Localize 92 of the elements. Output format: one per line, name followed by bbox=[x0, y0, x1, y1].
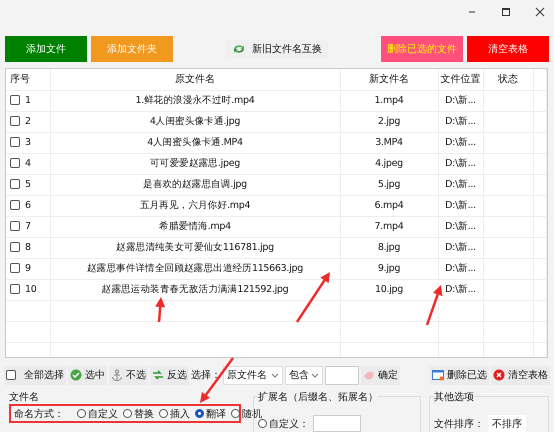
table-cell: 3.MP4 bbox=[375, 137, 403, 148]
table-cell: 10.jpg bbox=[374, 284, 403, 295]
confirm-button[interactable]: 确定 bbox=[361, 366, 400, 384]
checkbox[interactable] bbox=[10, 263, 20, 274]
refresh-icon bbox=[232, 43, 246, 55]
table-cell: D:\新... bbox=[445, 158, 476, 169]
row-number: 7 bbox=[25, 220, 31, 232]
group-title: 其他选项 bbox=[434, 390, 474, 404]
group-title: 扩展名（后缀名、拓展名） bbox=[258, 390, 378, 404]
row-number: 6 bbox=[25, 200, 31, 211]
checkbox[interactable] bbox=[10, 179, 20, 190]
sort-label: 文件排序： bbox=[434, 418, 484, 431]
close-icon bbox=[535, 7, 545, 17]
row-number: 10 bbox=[25, 284, 36, 295]
swap-arrows-icon bbox=[152, 369, 164, 381]
radio-option[interactable]: 自定义 bbox=[77, 406, 118, 420]
arrow-annotation bbox=[296, 272, 330, 323]
table-cell: 9.jpg bbox=[378, 263, 400, 274]
arrow-annotation bbox=[426, 285, 442, 326]
window-icon bbox=[432, 369, 444, 381]
toolbar-button[interactable]: 不选 bbox=[109, 366, 148, 384]
toolbar-button[interactable]: 清空表格 bbox=[491, 366, 550, 384]
row-number: 1 bbox=[25, 94, 31, 106]
table-cell: D:\新... bbox=[445, 200, 476, 211]
checkbox[interactable] bbox=[10, 95, 20, 106]
table-cell: 2.jpg bbox=[378, 116, 400, 127]
table-cell: D:\新... bbox=[445, 179, 476, 190]
table-cell: 8.jpg bbox=[378, 242, 400, 253]
select-all-checkbox[interactable]: 全部选择 bbox=[4, 366, 66, 384]
naming-label: 命名方式： bbox=[14, 408, 64, 420]
row-number: 8 bbox=[25, 242, 31, 253]
table-cell: 7.mp4 bbox=[374, 221, 404, 232]
radio-option[interactable]: 翻译 bbox=[195, 406, 226, 420]
table-cell: 1.mp4 bbox=[374, 95, 404, 106]
table-cell: D:\新... bbox=[445, 137, 476, 148]
table-cell: D:\新... bbox=[445, 95, 476, 106]
checkbox[interactable] bbox=[10, 137, 20, 148]
checkbox[interactable] bbox=[10, 116, 20, 126]
toolbar-button[interactable]: 删除已选 bbox=[430, 366, 489, 384]
table-cell: 6.mp4 bbox=[374, 200, 404, 211]
anchor-icon bbox=[111, 369, 123, 381]
toolbar-button[interactable]: 反选 bbox=[150, 366, 189, 384]
table-cell: 1.鲜花的浪漫永不过时.mp4 bbox=[136, 95, 254, 106]
row-number: 2 bbox=[25, 116, 31, 127]
row-number: 9 bbox=[25, 262, 31, 274]
table-cell: 是喜欢的赵露思自调.jpg bbox=[143, 179, 247, 190]
toolbar-button[interactable]: 添加文件 bbox=[5, 36, 87, 62]
table-cell: 赵露思事件详情全回顾赵露思出道经历115663.jpg bbox=[87, 263, 303, 274]
table-cell: 赵露思运动装青春无敌活力满满121592.jpg bbox=[102, 284, 288, 295]
arrow-annotation bbox=[155, 297, 166, 322]
table-cell: 5.jpg bbox=[378, 179, 400, 190]
text-field[interactable] bbox=[313, 415, 361, 432]
checkbox[interactable] bbox=[10, 158, 20, 168]
table-cell: 4人闺蜜头像卡通.MP4 bbox=[147, 137, 243, 148]
dropdown[interactable]: 原文件名 bbox=[223, 366, 283, 384]
dropdown[interactable]: 包含 bbox=[285, 366, 323, 384]
table-cell: 4.jpeg bbox=[375, 158, 403, 169]
row-number: 5 bbox=[25, 178, 31, 190]
table-cell: 五月再见，六月你好.mp4 bbox=[140, 200, 250, 211]
table-cell: D:\新... bbox=[445, 284, 476, 295]
close-icon bbox=[493, 369, 505, 381]
sort-dropdown[interactable]: 不排序 bbox=[488, 415, 526, 432]
text-field[interactable] bbox=[325, 366, 359, 384]
column-header[interactable]: 新文件名 bbox=[340, 69, 438, 90]
radio-option[interactable]: 替换 bbox=[123, 406, 154, 420]
checkbox[interactable] bbox=[10, 200, 20, 210]
table-cell: D:\新... bbox=[445, 116, 476, 127]
table-cell: 可可爱爱赵露思.jpeg bbox=[150, 158, 240, 169]
table-cell: D:\新... bbox=[445, 242, 476, 253]
group-title: 文件名 bbox=[9, 390, 39, 404]
chevron-icon bbox=[271, 372, 279, 378]
table-cell: 希腊爱情海.mp4 bbox=[159, 221, 231, 232]
maximize-icon bbox=[501, 7, 511, 17]
chevron-icon bbox=[311, 372, 319, 378]
table-cell: D:\新... bbox=[445, 221, 476, 232]
row-number: 4 bbox=[25, 158, 31, 169]
table-cell: 赵露思清纯美女可爱仙女116781.jpg bbox=[116, 242, 274, 253]
radio-option[interactable]: 插入 bbox=[159, 406, 190, 420]
toolbar-button[interactable]: 选中 bbox=[68, 366, 107, 384]
table-cell: 4人闺蜜头像卡通.jpg bbox=[150, 116, 240, 127]
table-cell: D:\新... bbox=[445, 263, 476, 274]
checkbox[interactable] bbox=[10, 284, 20, 294]
column-header[interactable]: 状态 bbox=[483, 69, 533, 90]
checkbox[interactable] bbox=[10, 221, 20, 232]
filter-label: 选择： bbox=[191, 368, 221, 382]
toolbar-button[interactable]: 清空表格 bbox=[467, 36, 549, 62]
checkbox[interactable] bbox=[10, 242, 20, 252]
column-header[interactable]: 原文件名 bbox=[50, 69, 340, 90]
column-header[interactable]: 文件位置 bbox=[438, 69, 483, 90]
column-header[interactable]: 序号 bbox=[6, 69, 50, 90]
check-icon bbox=[70, 369, 82, 381]
row-number: 3 bbox=[25, 136, 31, 148]
